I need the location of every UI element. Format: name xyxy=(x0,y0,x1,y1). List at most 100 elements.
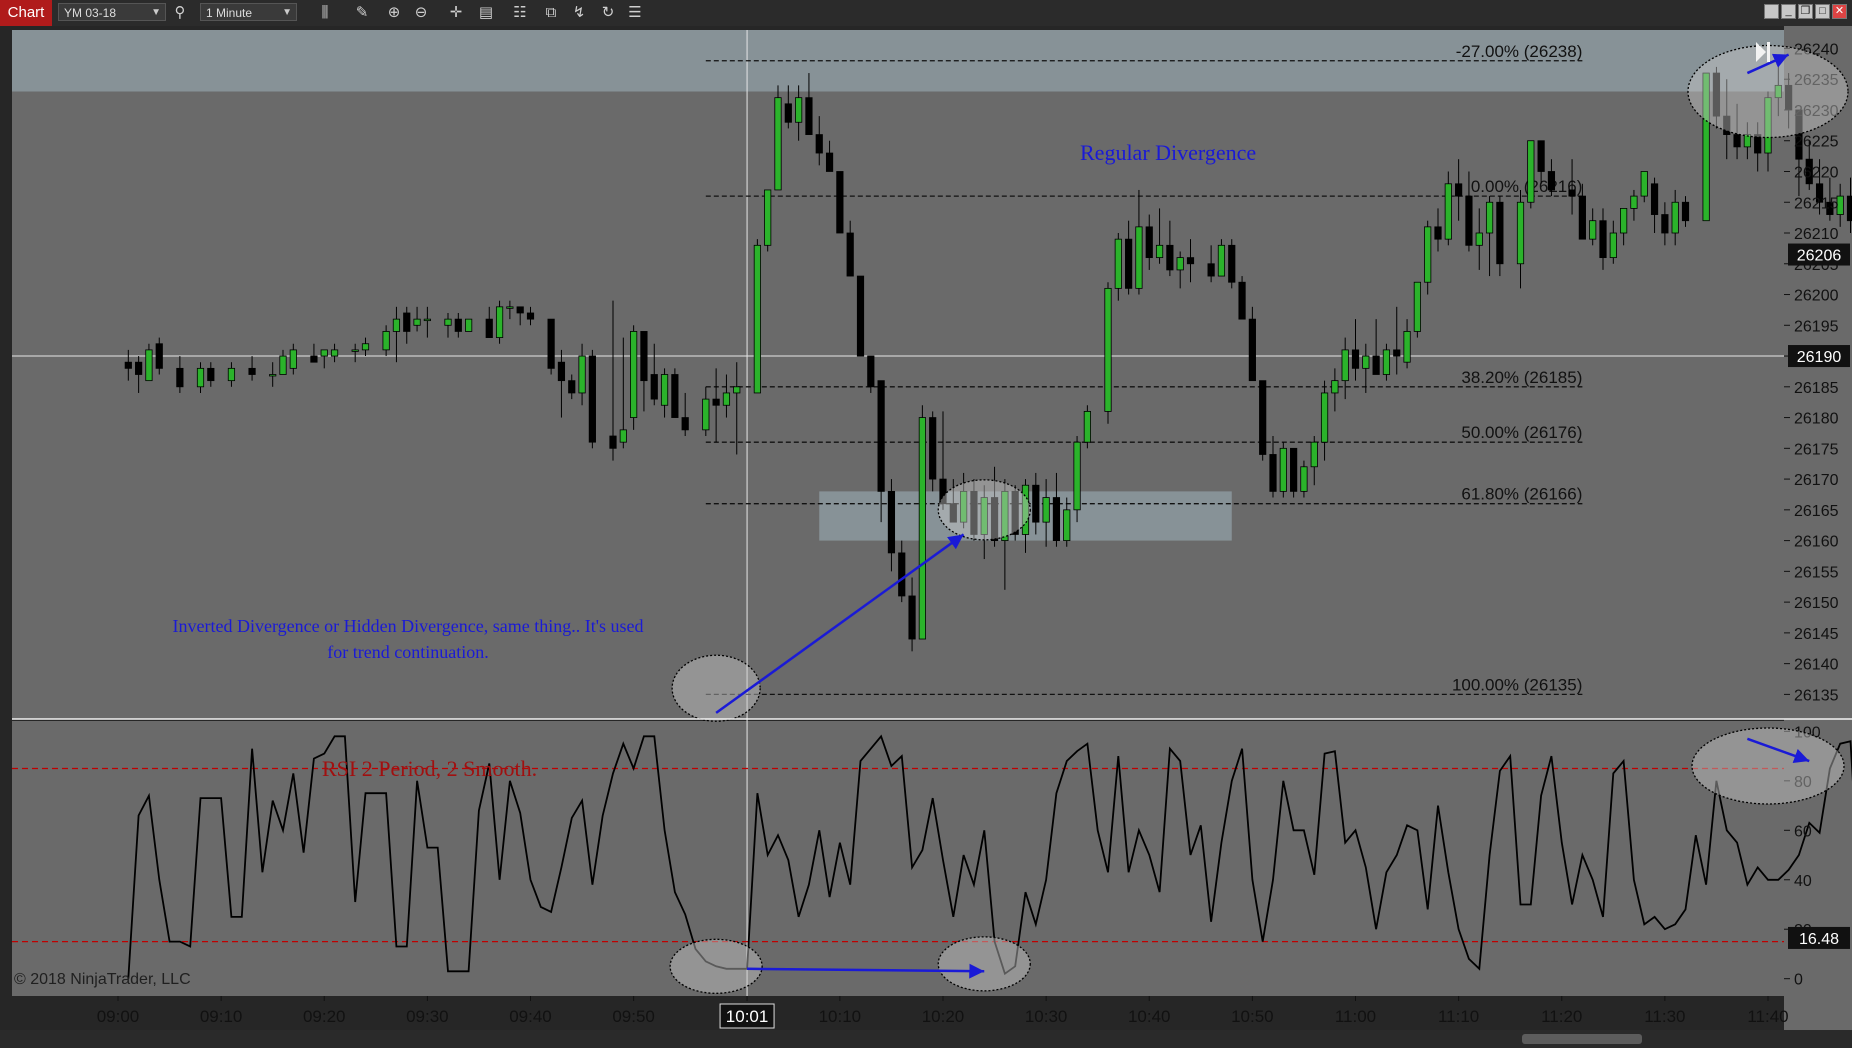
candle-body xyxy=(1733,134,1741,148)
rsi-tick-label: 0 xyxy=(1794,972,1803,989)
candle-body xyxy=(825,152,834,172)
candle-body xyxy=(1238,281,1246,320)
candle-body xyxy=(1661,214,1669,234)
refresh-icon[interactable]: ↻ xyxy=(598,3,618,23)
candle-body xyxy=(1063,509,1071,541)
scroll-thumb[interactable] xyxy=(1522,1034,1642,1044)
candle-body xyxy=(1620,208,1628,234)
fib-level-label: 50.00% (26176) xyxy=(1461,423,1582,442)
candle-body xyxy=(269,374,277,377)
candle-body xyxy=(1042,497,1050,523)
candle-body xyxy=(495,306,504,338)
copyright-label: © 2018 NinjaTrader, LLC xyxy=(14,971,191,988)
time-label: 10:10 xyxy=(819,1007,862,1026)
candle-body xyxy=(650,374,658,400)
price-tick-label: 26225 xyxy=(1794,134,1839,151)
close-icon[interactable]: ✕ xyxy=(1832,4,1847,19)
horizontal-scrollbar[interactable] xyxy=(0,1030,1852,1048)
minimize-icon[interactable]: _ xyxy=(1781,4,1796,19)
search-icon[interactable]: ⚲ xyxy=(170,3,190,23)
instrument-selector[interactable]: YM 03-18 ▼ xyxy=(58,3,166,21)
candle-body xyxy=(1496,201,1504,265)
candle-body xyxy=(1681,201,1690,222)
candle-body xyxy=(454,318,462,332)
time-label: 09:10 xyxy=(200,1007,243,1026)
price-tick-label: 26195 xyxy=(1794,318,1839,335)
crosshair-icon[interactable]: ✛ xyxy=(446,3,466,23)
candle-body xyxy=(382,331,390,351)
interval-selector[interactable]: 1 Minute ▼ xyxy=(200,3,297,21)
candle-body xyxy=(1424,226,1432,283)
candle-body xyxy=(753,244,761,394)
divergence-low-rsi-ellipse xyxy=(669,938,763,994)
candle-body xyxy=(898,552,906,597)
candle-body xyxy=(1083,411,1091,443)
candle-body xyxy=(1310,441,1318,468)
candle-body xyxy=(207,367,215,382)
list-icon[interactable]: ☰ xyxy=(625,3,645,23)
restore-icon[interactable]: ❐ xyxy=(1798,4,1813,19)
candle-body xyxy=(423,318,431,322)
current-rsi-tag-text: 16.48 xyxy=(1799,931,1839,948)
candle-body xyxy=(196,367,205,388)
price-tick-label: 26180 xyxy=(1794,411,1839,428)
maximize-icon[interactable]: □ xyxy=(1815,4,1830,19)
candle-body xyxy=(877,380,885,492)
price-tick-label: 26210 xyxy=(1794,226,1839,243)
price-tick-label: 26155 xyxy=(1794,564,1839,581)
candle-body xyxy=(485,318,493,338)
candle-body xyxy=(547,318,555,369)
price-tick-label: 26215 xyxy=(1794,195,1839,212)
candle-body xyxy=(1485,201,1494,234)
candle-body xyxy=(578,355,586,394)
candle-body xyxy=(506,306,514,309)
candle-body xyxy=(733,386,741,394)
candle-body xyxy=(1269,454,1277,492)
candle-body xyxy=(867,355,875,388)
zoom-out-icon[interactable]: ⊖ xyxy=(411,3,431,23)
candle-body xyxy=(1393,349,1401,357)
templates-icon[interactable]: ⧉ xyxy=(541,3,561,23)
candle-body xyxy=(361,343,370,351)
hidden-divergence-label-line2: for trend continuation. xyxy=(327,642,488,662)
candle-body xyxy=(1217,244,1226,277)
rsi-tick-label: 40 xyxy=(1794,873,1812,890)
time-label: 10:40 xyxy=(1128,1007,1171,1026)
candle-body xyxy=(1846,195,1852,222)
candle-body xyxy=(1300,466,1308,492)
candle-body xyxy=(846,232,854,277)
zoom-in-icon[interactable]: ⊕ xyxy=(384,3,404,23)
properties-icon[interactable]: ☷ xyxy=(510,3,530,23)
candle-body xyxy=(1259,380,1267,455)
candle-body xyxy=(856,275,865,357)
strategy-icon[interactable]: ↯ xyxy=(569,3,589,23)
candle-body xyxy=(1578,195,1586,240)
candle-body xyxy=(279,355,287,375)
chart-area[interactable]: -27.00% (26238) 0.00% (26216) 38.20% (2618… xyxy=(0,26,1852,1030)
candle-body xyxy=(1073,441,1081,511)
pencil-icon[interactable]: ✎ xyxy=(352,3,372,23)
current-price-tag-text: 26206 xyxy=(1797,248,1842,265)
candle-body xyxy=(1630,195,1638,209)
time-label: 11:20 xyxy=(1541,1007,1582,1026)
time-label: 09:40 xyxy=(509,1007,552,1026)
price-tick-label: 26185 xyxy=(1794,380,1839,397)
candle-body xyxy=(1135,226,1143,289)
data-box-icon[interactable]: ▤ xyxy=(476,3,496,23)
fib-level-label: 100.00% (26135) xyxy=(1452,675,1582,694)
bar-style-icon[interactable]: ⫼ xyxy=(315,3,335,23)
candle-body xyxy=(1290,447,1298,492)
candle-body xyxy=(630,331,638,418)
candle-body xyxy=(1362,355,1370,369)
candle-body xyxy=(1032,484,1040,523)
chart-tab[interactable]: Chart xyxy=(0,0,52,26)
time-label: 10:30 xyxy=(1025,1007,1068,1026)
time-label: 09:20 xyxy=(303,1007,346,1026)
candle-body xyxy=(1516,201,1525,265)
candle-body xyxy=(465,318,473,332)
candle-body xyxy=(1640,171,1648,197)
candle-body xyxy=(722,392,731,406)
divergence-pullback-price-ellipse xyxy=(937,479,1031,541)
tile-window-icon[interactable] xyxy=(1764,4,1779,19)
candle-body xyxy=(1176,257,1184,271)
